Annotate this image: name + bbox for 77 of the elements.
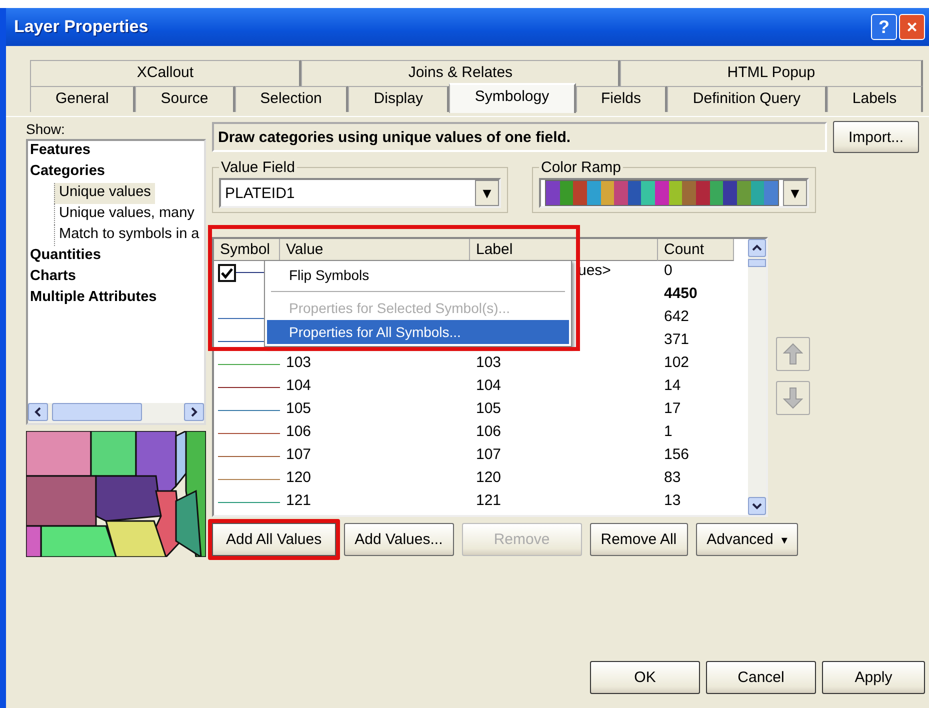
value-cell: 121	[286, 492, 312, 509]
count-cell: 102	[664, 354, 690, 371]
tree-item[interactable]: Features	[28, 141, 92, 162]
count-cell: 642	[664, 308, 690, 325]
tab[interactable]: Fields	[576, 86, 668, 112]
action-button[interactable]: Add Values...	[344, 523, 454, 556]
count-cell: 83	[664, 469, 681, 486]
value-cell: 120	[286, 469, 312, 486]
count-cell: 371	[664, 331, 690, 348]
tab[interactable]: Display	[348, 86, 450, 112]
help-button[interactable]: ?	[871, 14, 897, 40]
dialog-button[interactable]: Apply	[822, 661, 925, 694]
value-field-dropdown[interactable]: PLATEID1 ▼	[219, 178, 501, 208]
checkbox[interactable]	[218, 264, 236, 282]
label-cell: 120	[476, 469, 502, 486]
count-cell: 1	[664, 423, 672, 440]
label-cell: 106	[476, 423, 502, 440]
count-cell: 17	[664, 400, 681, 417]
tab[interactable]: HTML Popup	[620, 60, 923, 86]
value-cell: 107	[286, 446, 312, 463]
count-cell: 13	[664, 492, 681, 509]
vertical-scrollbar[interactable]	[748, 239, 766, 515]
column-header[interactable]: Label	[470, 239, 658, 261]
scroll-down-icon[interactable]	[752, 502, 762, 510]
column-header[interactable]: Count	[658, 239, 734, 261]
scroll-right-icon[interactable]	[190, 407, 198, 417]
label-cell: 105	[476, 400, 502, 417]
color-ramp-dropdown[interactable]: ▼	[539, 178, 809, 208]
label-cell: 107	[476, 446, 502, 463]
group-label: Value Field	[220, 159, 296, 176]
label-cell: 104	[476, 377, 502, 394]
count-cell: 156	[664, 446, 690, 463]
scroll-thumb[interactable]	[748, 259, 766, 267]
close-button[interactable]: ×	[899, 14, 925, 40]
label-cell: 121	[476, 492, 502, 509]
tab[interactable]: Selection	[234, 86, 348, 112]
action-button[interactable]: Advanced ▾	[696, 523, 798, 556]
tab[interactable]: Joins & Relates	[301, 60, 620, 86]
tree-item[interactable]: Multiple Attributes	[28, 288, 159, 309]
menu-item[interactable]: Properties for All Symbols...	[267, 320, 569, 344]
import-button[interactable]: Import...	[833, 121, 919, 153]
value-cell: 104	[286, 377, 312, 394]
tree-item[interactable]: Match to symbols in a	[54, 225, 204, 246]
label-cell: 103	[476, 354, 502, 371]
dialog-button[interactable]: Cancel	[706, 661, 816, 694]
window-title: Layer Properties	[14, 17, 150, 37]
tab[interactable]: Labels	[826, 86, 924, 112]
tab[interactable]: Source	[135, 86, 235, 112]
column-header[interactable]: Symbol	[214, 239, 280, 261]
action-button[interactable]: Remove All	[590, 523, 688, 556]
show-label: Show:	[26, 121, 66, 137]
tree-item[interactable]: Unique values	[54, 183, 155, 204]
scroll-up-icon[interactable]	[752, 244, 762, 252]
tree-item[interactable]: Quantities	[28, 246, 103, 267]
value-cell: 106	[286, 423, 312, 440]
description-text: Draw categories using unique values of one field.	[212, 122, 827, 152]
tab[interactable]: Symbology	[449, 83, 576, 113]
tree-item[interactable]: Categories	[28, 162, 107, 183]
down-arrow-icon	[783, 387, 803, 409]
menu-item[interactable]: Flip Symbols	[267, 263, 569, 287]
count-cell: 0	[664, 262, 672, 279]
count-cell: 14	[664, 377, 681, 394]
tab[interactable]: Definition Query	[667, 86, 827, 112]
count-cell: 4450	[664, 285, 698, 302]
dialog-button[interactable]: OK	[590, 661, 700, 694]
tab[interactable]: General	[30, 86, 136, 112]
value-cell: 103	[286, 354, 312, 371]
scroll-left-icon[interactable]	[34, 407, 42, 417]
horizontal-scrollbar[interactable]	[28, 403, 204, 423]
tab[interactable]: XCallout	[30, 60, 302, 86]
up-arrow-icon	[783, 343, 803, 365]
tree-item[interactable]: Charts	[28, 267, 78, 288]
group-label: Color Ramp	[540, 159, 622, 176]
tree-item[interactable]: Unique values, many	[54, 204, 198, 225]
value-cell: 105	[286, 400, 312, 417]
column-header[interactable]: Value	[280, 239, 470, 261]
action-button[interactable]: Add All Values	[208, 519, 340, 560]
